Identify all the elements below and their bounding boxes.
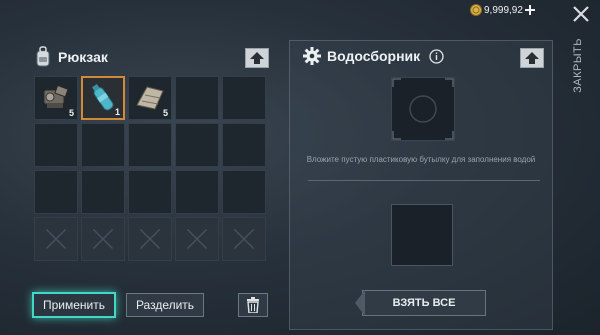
- gear-icon: [303, 47, 321, 65]
- backpack-slot[interactable]: [34, 170, 78, 214]
- collector-header: Водосборник: [303, 47, 420, 65]
- backpack-slot[interactable]: [81, 170, 125, 214]
- backpack-slot[interactable]: 5: [34, 76, 78, 120]
- locked-slot: [81, 217, 125, 261]
- backpack-slot[interactable]: [81, 123, 125, 167]
- backpack-slot[interactable]: [34, 123, 78, 167]
- backpack-slot[interactable]: [222, 123, 266, 167]
- info-icon[interactable]: [429, 49, 444, 64]
- collector-hint: Вложите пустую пластиковую бутылку для з…: [306, 155, 536, 164]
- plus-icon[interactable]: [524, 5, 535, 15]
- backpack-grid: 5 1 5: [34, 76, 266, 261]
- backpack-slot[interactable]: 5: [128, 76, 172, 120]
- arrow-up-icon: [250, 52, 264, 64]
- slot-quantity: 5: [68, 108, 74, 118]
- take-all-label: ВЗЯТЬ ВСЕ: [392, 297, 456, 309]
- trash-button[interactable]: [238, 293, 268, 317]
- split-button[interactable]: Разделить: [126, 293, 204, 317]
- backpack-slot[interactable]: [222, 76, 266, 120]
- cross-icon: [139, 228, 161, 250]
- locked-slot: [222, 217, 266, 261]
- backpack-slot[interactable]: [128, 123, 172, 167]
- backpack-slot[interactable]: [175, 76, 219, 120]
- collector-divider: [308, 180, 540, 181]
- currency-display: 9,999,92: [470, 4, 535, 16]
- cross-icon: [233, 228, 255, 250]
- backpack-title: Рюкзак: [58, 49, 108, 65]
- collector-title: Водосборник: [327, 48, 421, 64]
- arrow-up-icon: [525, 52, 539, 64]
- locked-slot: [34, 217, 78, 261]
- slot-quantity: 1: [114, 107, 120, 117]
- backpack-icon: [36, 46, 50, 67]
- cross-icon: [92, 228, 114, 250]
- backpack-slot[interactable]: [175, 123, 219, 167]
- close-icon[interactable]: [570, 3, 592, 25]
- backpack-sort-button[interactable]: [245, 48, 269, 68]
- slot-quantity: 5: [162, 108, 168, 118]
- close-label[interactable]: ЗАКРЫТЬ: [572, 38, 584, 93]
- coin-icon: [470, 4, 482, 16]
- backpack-slot[interactable]: [128, 170, 172, 214]
- bottle-input-slot[interactable]: [391, 77, 455, 141]
- backpack-slot-selected[interactable]: 1: [81, 76, 125, 120]
- backpack-header: Рюкзак: [34, 46, 108, 68]
- trash-icon: [247, 297, 259, 313]
- currency-amount: 9,999,92: [484, 4, 523, 16]
- locked-slot: [128, 217, 172, 261]
- cross-icon: [45, 228, 67, 250]
- apply-button[interactable]: Применить: [32, 292, 116, 318]
- empty-slot-ring-icon: [392, 78, 454, 140]
- cross-icon: [186, 228, 208, 250]
- backpack-slot[interactable]: [222, 170, 266, 214]
- take-all-button[interactable]: ВЗЯТЬ ВСЕ: [355, 290, 486, 316]
- locked-slot: [175, 217, 219, 261]
- chevron-left-icon: [355, 290, 365, 316]
- collector-sort-button[interactable]: [520, 48, 544, 68]
- backpack-slot[interactable]: [175, 170, 219, 214]
- water-output-slot[interactable]: [391, 204, 453, 266]
